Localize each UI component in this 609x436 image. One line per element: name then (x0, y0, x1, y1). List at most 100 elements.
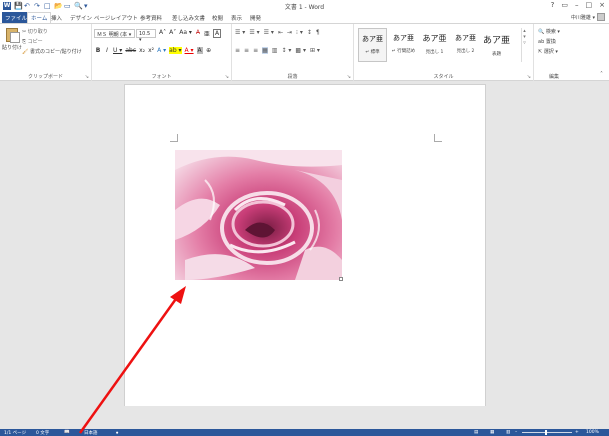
font-launcher-icon[interactable]: ↘ (225, 74, 229, 80)
numbering-button[interactable]: ☰ ▾ (249, 29, 259, 36)
increase-indent-button[interactable]: ⇥ (287, 29, 292, 36)
style-title[interactable]: あア亜 表題 (482, 28, 511, 62)
user-account[interactable]: 中川雅雄 ▾ (571, 13, 605, 21)
page-count[interactable]: 1/1 ページ (4, 430, 26, 436)
image-resize-handle[interactable] (339, 277, 343, 281)
zoom-out-button[interactable]: – (515, 430, 517, 435)
subscript-button[interactable]: x₂ (139, 47, 145, 54)
zoom-slider[interactable] (522, 432, 572, 433)
zoom-level[interactable]: 100% (586, 430, 599, 435)
borders-button[interactable]: ⊞ ▾ (310, 47, 320, 54)
strikethrough-button[interactable]: abc (125, 47, 136, 54)
zoom-slider-thumb[interactable] (545, 430, 547, 435)
clipboard-launcher-icon[interactable]: ↘ (85, 74, 89, 80)
line-spacing-button[interactable]: ↕ ▾ (281, 47, 291, 54)
tab-home[interactable]: ホーム (27, 12, 52, 23)
find-icon: 🔍 (538, 29, 545, 35)
cut-label: 切り取り (27, 29, 48, 35)
distributed-button[interactable]: ▥ (272, 47, 278, 54)
replace-button[interactable]: ab 置換 (538, 38, 556, 45)
tab-page-layout[interactable]: ページレイアウト (94, 14, 138, 22)
cut-button[interactable]: ✂ 切り取り (22, 28, 48, 35)
font-color-button[interactable]: A ▾ (185, 47, 194, 54)
web-layout-icon[interactable]: ▥ (506, 430, 510, 435)
justify-button[interactable]: ▦ (262, 47, 268, 54)
style-sample: あア亜 (455, 34, 476, 42)
format-painter-button[interactable]: 🖌 書式のコピー/貼り付け (22, 48, 82, 55)
macro-record-icon[interactable]: ⏺ (116, 430, 118, 436)
copy-button[interactable]: ⎘ コピー (22, 38, 43, 45)
style-normal[interactable]: あア亜 ↵ 標準 (358, 28, 387, 62)
highlight-color-button[interactable]: ab ▾ (169, 47, 182, 54)
tab-mailings[interactable]: 差し込み文書 (172, 14, 205, 22)
style-heading-1[interactable]: あア亜 見出し 1 (420, 28, 449, 62)
user-name: 中川雅雄 ▾ (570, 14, 595, 21)
underline-button[interactable]: U ▾ (113, 47, 122, 54)
rose-image[interactable] (175, 150, 342, 280)
sort-button[interactable]: ↕ (307, 29, 312, 36)
align-right-button[interactable]: ≡ (253, 47, 258, 54)
maximize-button[interactable]: □ (586, 1, 593, 9)
italic-button[interactable]: I (104, 47, 110, 54)
style-name: ↵ 標準 (365, 50, 380, 55)
styles-group: あア亜 ↵ 標準 あア亜 ↵ 行間詰め あア亜 見出し 1 あア亜 見出し 2 … (354, 24, 534, 81)
enclose-characters-button[interactable]: ⊕ (206, 47, 212, 54)
tab-review[interactable]: 校閲 (212, 14, 223, 22)
read-mode-icon[interactable]: ▤ (474, 430, 478, 435)
style-heading-2[interactable]: あア亜 見出し 2 (451, 28, 480, 62)
paragraph-launcher-icon[interactable]: ↘ (347, 74, 351, 80)
format-painter-label: 書式のコピー/貼り付け (29, 49, 82, 55)
word-count[interactable]: 0 文字 (36, 430, 49, 436)
select-button[interactable]: ⇱ 選択 ▾ (538, 48, 558, 55)
bold-button[interactable]: B (95, 47, 101, 54)
clear-formatting-button[interactable]: A̶ (195, 29, 201, 38)
align-center-button[interactable]: ≡ (244, 47, 249, 54)
font-name-select[interactable]: ＭＳ 明朝 (本 ▾ (94, 29, 135, 38)
style-sample: あア亜 (362, 35, 383, 43)
text-effects-button[interactable]: A ▾ (157, 47, 166, 54)
language-indicator[interactable]: 日本語 (84, 430, 98, 436)
shading-button[interactable]: ▩ ▾ (295, 47, 306, 54)
align-left-button[interactable]: ≡ (235, 47, 240, 54)
font-size-select[interactable]: 10.5 ▾ (136, 29, 156, 43)
change-case-button[interactable]: Aa ▾ (179, 29, 192, 38)
decrease-indent-button[interactable]: ⇤ (278, 29, 283, 36)
superscript-button[interactable]: x² (148, 47, 154, 54)
show-marks-button[interactable]: ¶ (316, 29, 320, 36)
collapse-ribbon-icon[interactable]: ˄ (600, 71, 603, 78)
zoom-in-button[interactable]: + (575, 430, 579, 435)
tab-insert[interactable]: 挿入 (51, 14, 62, 22)
tab-developer[interactable]: 開発 (250, 14, 261, 22)
asian-layout-button[interactable]: ⁝ ▾ (296, 29, 303, 36)
window-controls: ? ▭ – □ × (551, 1, 605, 9)
find-button[interactable]: 🔍 検索 ▾ (538, 28, 560, 35)
bullets-button[interactable]: ☰ ▾ (235, 29, 245, 36)
paste-button[interactable]: 貼り付け (2, 44, 22, 51)
ribbon-display-options-icon[interactable]: ▭ (561, 1, 568, 9)
document-area[interactable] (0, 82, 609, 410)
tab-references[interactable]: 参考資料 (140, 14, 162, 22)
copy-label: コピー (27, 39, 43, 45)
paste-icon[interactable] (6, 28, 20, 43)
tab-file[interactable]: ファイル (2, 12, 31, 23)
help-icon[interactable]: ? (551, 1, 555, 9)
shrink-font-button[interactable]: A˅ (169, 29, 176, 38)
clipboard-group-label: クリップボード (27, 74, 63, 80)
minimize-button[interactable]: – (575, 1, 579, 9)
grow-font-button[interactable]: A˄ (159, 29, 166, 38)
styles-launcher-icon[interactable]: ↘ (527, 74, 531, 80)
document-page[interactable] (124, 84, 486, 410)
multilevel-list-button[interactable]: ☰ ▾ (264, 29, 274, 36)
close-button[interactable]: × (599, 1, 605, 9)
tab-design[interactable]: デザイン (70, 14, 92, 22)
style-name: 表題 (492, 52, 501, 57)
clipboard-group: 貼り付け ✂ 切り取り ⎘ コピー 🖌 書式のコピー/貼り付け クリップボード … (0, 24, 92, 81)
print-layout-icon[interactable]: ▦ (490, 430, 494, 435)
styles-scroll[interactable]: ▴ ▾ ▿ (521, 28, 527, 62)
character-shading-button[interactable]: A (196, 47, 203, 54)
character-border-button[interactable]: A (212, 29, 222, 38)
style-no-spacing[interactable]: あア亜 ↵ 行間詰め (389, 28, 418, 62)
tab-view[interactable]: 表示 (231, 14, 242, 22)
phonetic-guide-button[interactable]: 亜 (204, 29, 210, 38)
proofing-icon[interactable]: 📖 (64, 430, 70, 435)
